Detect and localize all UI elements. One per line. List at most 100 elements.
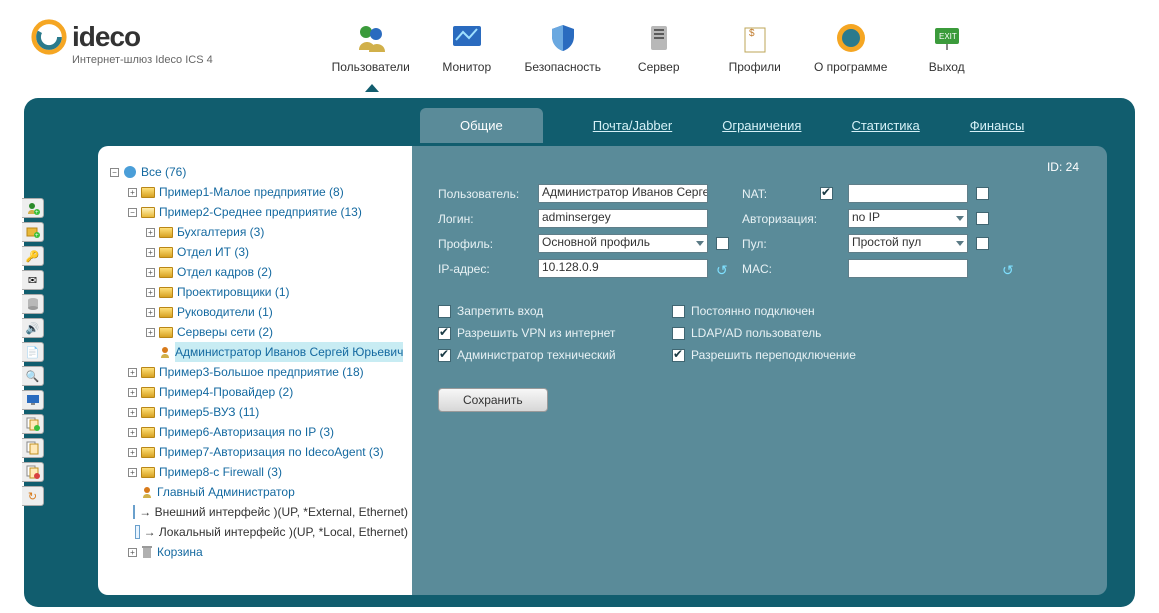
side-sound-icon[interactable]: 🔊 bbox=[22, 318, 44, 338]
perm-conn-label: Постоянно подключен bbox=[691, 304, 815, 318]
tree-root[interactable]: −Все (76) bbox=[110, 162, 408, 182]
tree-item[interactable]: +Пример5-ВУЗ (11) bbox=[128, 402, 408, 422]
users-icon bbox=[355, 22, 387, 54]
profile-extra-cb[interactable] bbox=[716, 237, 729, 250]
reconn-cb[interactable] bbox=[672, 349, 685, 362]
profiles-icon: $ bbox=[739, 22, 771, 54]
tab-stats[interactable]: Статистика bbox=[851, 118, 919, 133]
nav-users[interactable]: Пользователи bbox=[323, 18, 419, 78]
nav-about[interactable]: О программе bbox=[803, 18, 899, 78]
save-button[interactable]: Сохранить bbox=[438, 388, 548, 412]
side-doc-icon[interactable]: 📄 bbox=[22, 342, 44, 362]
perm-conn-cb[interactable] bbox=[672, 305, 685, 318]
ip-label: IP-адрес: bbox=[438, 262, 530, 276]
profile-select[interactable]: Основной профиль bbox=[538, 234, 708, 253]
deny-login-label: Запретить вход bbox=[457, 304, 543, 318]
svg-text:$: $ bbox=[749, 28, 755, 39]
nav-exit[interactable]: EXIT Выход bbox=[899, 18, 995, 78]
ip-refresh-icon[interactable]: ↺ bbox=[716, 262, 732, 276]
admin-cb[interactable] bbox=[438, 349, 451, 362]
login-label: Логин: bbox=[438, 212, 530, 226]
tree-item[interactable]: +Пример6-Авторизация по IP (3) bbox=[128, 422, 408, 442]
side-screen-icon[interactable] bbox=[22, 390, 44, 410]
mac-label: MAC: bbox=[742, 262, 812, 276]
nav-monitor[interactable]: Монитор bbox=[419, 18, 515, 78]
auth-select[interactable]: no IP bbox=[848, 209, 968, 228]
tree-item[interactable]: +Серверы сети (2) bbox=[146, 322, 408, 342]
tree-item[interactable]: +Проектировщики (1) bbox=[146, 282, 408, 302]
tree-item[interactable]: +Пример1-Малое предприятие (8) bbox=[128, 182, 408, 202]
ip-input[interactable]: 10.128.0.9 bbox=[538, 259, 708, 278]
pool-extra-cb[interactable] bbox=[976, 237, 989, 250]
vpn-cb[interactable] bbox=[438, 327, 451, 340]
tab-finance[interactable]: Финансы bbox=[970, 118, 1025, 133]
logo-subtitle: Интернет-шлюз Ideco ICS 4 bbox=[72, 54, 213, 66]
top-nav: Пользователи Монитор Безопасность Сервер… bbox=[323, 18, 995, 78]
nat-input[interactable] bbox=[848, 184, 968, 203]
admin-label: Администратор технический bbox=[457, 348, 616, 362]
login-input[interactable]: adminsergey bbox=[538, 209, 708, 228]
tree-item[interactable]: +Пример4-Провайдер (2) bbox=[128, 382, 408, 402]
side-add-folder-icon[interactable]: + bbox=[22, 222, 44, 242]
trash-icon bbox=[141, 545, 153, 559]
nat-checkbox[interactable] bbox=[820, 187, 833, 200]
auth-extra-cb[interactable] bbox=[976, 212, 989, 225]
side-mail-icon[interactable]: ✉ bbox=[22, 270, 44, 290]
tree-item[interactable]: −Пример2-Среднее предприятие (13) bbox=[128, 202, 408, 222]
logo-text: ideco bbox=[72, 21, 140, 53]
tree-selected-user[interactable]: Администратор Иванов Сергей Юрьевич bbox=[146, 342, 408, 362]
shield-icon bbox=[547, 22, 579, 54]
ldap-cb[interactable] bbox=[672, 327, 685, 340]
profile-label: Профиль: bbox=[438, 237, 530, 251]
user-icon bbox=[159, 346, 171, 358]
tree-item[interactable]: +Бухгалтерия (3) bbox=[146, 222, 408, 242]
side-add-user-icon[interactable]: + bbox=[22, 198, 44, 218]
about-icon bbox=[835, 22, 867, 54]
tree-item[interactable]: +Пример7-Авторизация по IdecoAgent (3) bbox=[128, 442, 408, 462]
exit-icon: EXIT bbox=[931, 22, 963, 54]
side-delete-icon[interactable] bbox=[22, 462, 44, 482]
logo: ideco Интернет-шлюз Ideco ICS 4 bbox=[30, 18, 213, 66]
auth-label: Авторизация: bbox=[742, 212, 812, 226]
tree-ext-iface[interactable]: → Внешний интерфейс )(UP, *External, Eth… bbox=[128, 502, 408, 522]
tree-item[interactable]: +Руководители (1) bbox=[146, 302, 408, 322]
pool-select[interactable]: Простой пул bbox=[848, 234, 968, 253]
user-input[interactable]: Администратор Иванов Сергей bbox=[538, 184, 708, 203]
tree-trash[interactable]: +Корзина bbox=[128, 542, 408, 562]
svg-text:+: + bbox=[35, 210, 39, 215]
reconn-label: Разрешить переподключение bbox=[691, 348, 856, 362]
tab-general[interactable]: Общие bbox=[420, 108, 543, 143]
nav-server[interactable]: Сервер bbox=[611, 18, 707, 78]
monitor-icon bbox=[451, 22, 483, 54]
nat-label: NAT: bbox=[742, 187, 812, 201]
user-label: Пользователь: bbox=[438, 187, 530, 201]
nav-profiles[interactable]: $ Профили bbox=[707, 18, 803, 78]
nav-security[interactable]: Безопасность bbox=[515, 18, 611, 78]
tab-limits[interactable]: Ограничения bbox=[722, 118, 801, 133]
svg-text:+: + bbox=[35, 233, 39, 238]
tree-loc-iface[interactable]: → Локальный интерфейс )(UP, *Local, Ethe… bbox=[128, 522, 408, 542]
side-refresh-icon[interactable]: ↻ bbox=[22, 486, 44, 506]
pool-label: Пул: bbox=[742, 237, 812, 251]
tree-item[interactable]: +Пример8-с Firewall (3) bbox=[128, 462, 408, 482]
users-tree: −Все (76) +Пример1-Малое предприятие (8)… bbox=[98, 146, 412, 595]
tabs: Общие Почта/Jabber Ограничения Статистик… bbox=[420, 108, 1024, 143]
deny-login-cb[interactable] bbox=[438, 305, 451, 318]
side-db-icon[interactable] bbox=[22, 294, 44, 314]
mac-refresh-icon[interactable]: ↺ bbox=[1002, 262, 1018, 276]
user-icon bbox=[141, 486, 153, 498]
vpn-label: Разрешить VPN из интернет bbox=[457, 326, 615, 340]
tab-mail[interactable]: Почта/Jabber bbox=[593, 118, 672, 133]
id-display: ID: 24 bbox=[1047, 160, 1079, 174]
nat-extra-cb[interactable] bbox=[976, 187, 989, 200]
ldap-label: LDAP/AD пользователь bbox=[691, 326, 821, 340]
tree-item[interactable]: +Отдел кадров (2) bbox=[146, 262, 408, 282]
tree-item[interactable]: +Пример3-Большое предприятие (18) bbox=[128, 362, 408, 382]
tree-main-admin[interactable]: Главный Администратор bbox=[128, 482, 408, 502]
tree-item[interactable]: +Отдел ИТ (3) bbox=[146, 242, 408, 262]
side-key-icon[interactable]: 🔑 bbox=[22, 246, 44, 266]
mac-input[interactable] bbox=[848, 259, 968, 278]
side-search-icon[interactable]: 🔍 bbox=[22, 366, 44, 386]
side-copy-icon[interactable] bbox=[22, 438, 44, 458]
side-copy-add-icon[interactable] bbox=[22, 414, 44, 434]
